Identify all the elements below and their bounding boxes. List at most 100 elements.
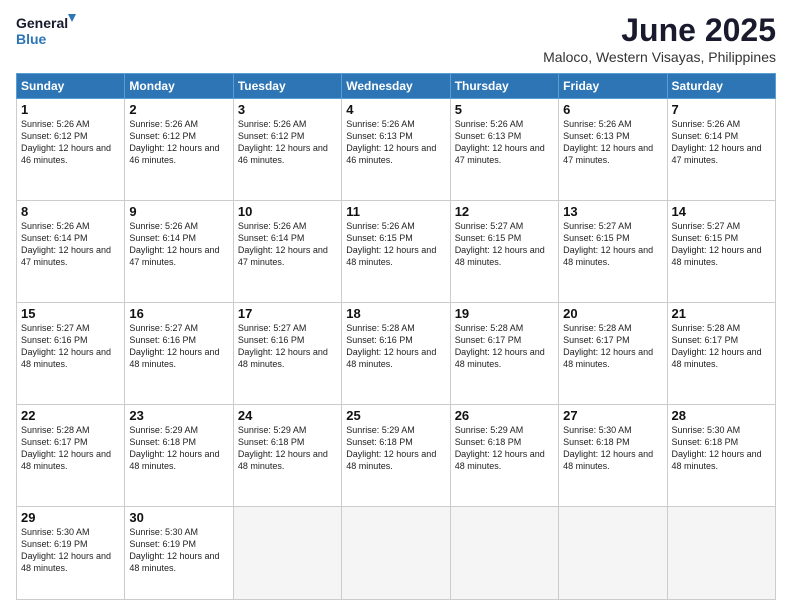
day-info-27: Sunrise: 5:30 AMSunset: 6:18 PMDaylight:…	[563, 425, 653, 471]
day-number-22: 22	[21, 408, 120, 423]
day-25: 25 Sunrise: 5:29 AMSunset: 6:18 PMDaylig…	[342, 404, 450, 506]
day-8: 8 Sunrise: 5:26 AMSunset: 6:14 PMDayligh…	[17, 200, 125, 302]
day-10: 10 Sunrise: 5:26 AMSunset: 6:14 PMDaylig…	[233, 200, 341, 302]
day-26: 26 Sunrise: 5:29 AMSunset: 6:18 PMDaylig…	[450, 404, 558, 506]
day-info-7: Sunrise: 5:26 AMSunset: 6:14 PMDaylight:…	[672, 119, 762, 165]
day-number-25: 25	[346, 408, 445, 423]
title-block: June 2025 Maloco, Western Visayas, Phili…	[543, 12, 776, 65]
empty-cell	[667, 506, 775, 600]
day-number-8: 8	[21, 204, 120, 219]
day-3: 3 Sunrise: 5:26 AMSunset: 6:12 PMDayligh…	[233, 99, 341, 201]
empty-cell	[559, 506, 667, 600]
day-info-30: Sunrise: 5:30 AMSunset: 6:19 PMDaylight:…	[129, 527, 219, 573]
day-6: 6 Sunrise: 5:26 AMSunset: 6:13 PMDayligh…	[559, 99, 667, 201]
day-info-28: Sunrise: 5:30 AMSunset: 6:18 PMDaylight:…	[672, 425, 762, 471]
day-info-13: Sunrise: 5:27 AMSunset: 6:15 PMDaylight:…	[563, 221, 653, 267]
day-number-7: 7	[672, 102, 771, 117]
day-number-17: 17	[238, 306, 337, 321]
day-number-4: 4	[346, 102, 445, 117]
day-info-24: Sunrise: 5:29 AMSunset: 6:18 PMDaylight:…	[238, 425, 328, 471]
day-info-18: Sunrise: 5:28 AMSunset: 6:16 PMDaylight:…	[346, 323, 436, 369]
day-21: 21 Sunrise: 5:28 AMSunset: 6:17 PMDaylig…	[667, 302, 775, 404]
day-number-11: 11	[346, 204, 445, 219]
day-info-20: Sunrise: 5:28 AMSunset: 6:17 PMDaylight:…	[563, 323, 653, 369]
day-info-21: Sunrise: 5:28 AMSunset: 6:17 PMDaylight:…	[672, 323, 762, 369]
day-info-14: Sunrise: 5:27 AMSunset: 6:15 PMDaylight:…	[672, 221, 762, 267]
day-number-30: 30	[129, 510, 228, 525]
day-number-28: 28	[672, 408, 771, 423]
day-16: 16 Sunrise: 5:27 AMSunset: 6:16 PMDaylig…	[125, 302, 233, 404]
day-info-10: Sunrise: 5:26 AMSunset: 6:14 PMDaylight:…	[238, 221, 328, 267]
day-15: 15 Sunrise: 5:27 AMSunset: 6:16 PMDaylig…	[17, 302, 125, 404]
day-info-26: Sunrise: 5:29 AMSunset: 6:18 PMDaylight:…	[455, 425, 545, 471]
day-number-29: 29	[21, 510, 120, 525]
day-14: 14 Sunrise: 5:27 AMSunset: 6:15 PMDaylig…	[667, 200, 775, 302]
day-info-2: Sunrise: 5:26 AMSunset: 6:12 PMDaylight:…	[129, 119, 219, 165]
day-7: 7 Sunrise: 5:26 AMSunset: 6:14 PMDayligh…	[667, 99, 775, 201]
day-number-12: 12	[455, 204, 554, 219]
header: General Blue June 2025 Maloco, Western V…	[16, 12, 776, 65]
day-info-1: Sunrise: 5:26 AMSunset: 6:12 PMDaylight:…	[21, 119, 111, 165]
day-2: 2 Sunrise: 5:26 AMSunset: 6:12 PMDayligh…	[125, 99, 233, 201]
day-number-23: 23	[129, 408, 228, 423]
logo: General Blue	[16, 12, 76, 52]
empty-cell	[450, 506, 558, 600]
day-number-9: 9	[129, 204, 228, 219]
day-info-5: Sunrise: 5:26 AMSunset: 6:13 PMDaylight:…	[455, 119, 545, 165]
day-info-4: Sunrise: 5:26 AMSunset: 6:13 PMDaylight:…	[346, 119, 436, 165]
weekday-header-row: Sunday Monday Tuesday Wednesday Thursday…	[17, 74, 776, 99]
day-12: 12 Sunrise: 5:27 AMSunset: 6:15 PMDaylig…	[450, 200, 558, 302]
day-info-11: Sunrise: 5:26 AMSunset: 6:15 PMDaylight:…	[346, 221, 436, 267]
header-saturday: Saturday	[667, 74, 775, 99]
day-number-20: 20	[563, 306, 662, 321]
week-row-4: 22 Sunrise: 5:28 AMSunset: 6:17 PMDaylig…	[17, 404, 776, 506]
header-friday: Friday	[559, 74, 667, 99]
header-wednesday: Wednesday	[342, 74, 450, 99]
day-number-5: 5	[455, 102, 554, 117]
day-1: 1 Sunrise: 5:26 AMSunset: 6:12 PMDayligh…	[17, 99, 125, 201]
week-row-2: 8 Sunrise: 5:26 AMSunset: 6:14 PMDayligh…	[17, 200, 776, 302]
day-info-17: Sunrise: 5:27 AMSunset: 6:16 PMDaylight:…	[238, 323, 328, 369]
day-29: 29 Sunrise: 5:30 AMSunset: 6:19 PMDaylig…	[17, 506, 125, 600]
day-13: 13 Sunrise: 5:27 AMSunset: 6:15 PMDaylig…	[559, 200, 667, 302]
day-info-9: Sunrise: 5:26 AMSunset: 6:14 PMDaylight:…	[129, 221, 219, 267]
day-info-8: Sunrise: 5:26 AMSunset: 6:14 PMDaylight:…	[21, 221, 111, 267]
day-17: 17 Sunrise: 5:27 AMSunset: 6:16 PMDaylig…	[233, 302, 341, 404]
day-23: 23 Sunrise: 5:29 AMSunset: 6:18 PMDaylig…	[125, 404, 233, 506]
svg-text:General: General	[16, 15, 68, 31]
day-24: 24 Sunrise: 5:29 AMSunset: 6:18 PMDaylig…	[233, 404, 341, 506]
day-number-6: 6	[563, 102, 662, 117]
svg-text:Blue: Blue	[16, 31, 47, 47]
day-number-2: 2	[129, 102, 228, 117]
empty-cell	[342, 506, 450, 600]
day-info-25: Sunrise: 5:29 AMSunset: 6:18 PMDaylight:…	[346, 425, 436, 471]
page: General Blue June 2025 Maloco, Western V…	[0, 0, 792, 612]
day-info-23: Sunrise: 5:29 AMSunset: 6:18 PMDaylight:…	[129, 425, 219, 471]
day-number-27: 27	[563, 408, 662, 423]
day-info-12: Sunrise: 5:27 AMSunset: 6:15 PMDaylight:…	[455, 221, 545, 267]
day-number-21: 21	[672, 306, 771, 321]
day-5: 5 Sunrise: 5:26 AMSunset: 6:13 PMDayligh…	[450, 99, 558, 201]
day-11: 11 Sunrise: 5:26 AMSunset: 6:15 PMDaylig…	[342, 200, 450, 302]
empty-cell	[233, 506, 341, 600]
day-info-29: Sunrise: 5:30 AMSunset: 6:19 PMDaylight:…	[21, 527, 111, 573]
day-number-16: 16	[129, 306, 228, 321]
day-number-13: 13	[563, 204, 662, 219]
day-27: 27 Sunrise: 5:30 AMSunset: 6:18 PMDaylig…	[559, 404, 667, 506]
week-row-1: 1 Sunrise: 5:26 AMSunset: 6:12 PMDayligh…	[17, 99, 776, 201]
day-28: 28 Sunrise: 5:30 AMSunset: 6:18 PMDaylig…	[667, 404, 775, 506]
day-9: 9 Sunrise: 5:26 AMSunset: 6:14 PMDayligh…	[125, 200, 233, 302]
day-number-1: 1	[21, 102, 120, 117]
day-number-14: 14	[672, 204, 771, 219]
day-number-3: 3	[238, 102, 337, 117]
day-number-26: 26	[455, 408, 554, 423]
header-monday: Monday	[125, 74, 233, 99]
header-thursday: Thursday	[450, 74, 558, 99]
day-number-19: 19	[455, 306, 554, 321]
logo-svg: General Blue	[16, 12, 76, 52]
day-19: 19 Sunrise: 5:28 AMSunset: 6:17 PMDaylig…	[450, 302, 558, 404]
day-22: 22 Sunrise: 5:28 AMSunset: 6:17 PMDaylig…	[17, 404, 125, 506]
day-info-16: Sunrise: 5:27 AMSunset: 6:16 PMDaylight:…	[129, 323, 219, 369]
week-row-3: 15 Sunrise: 5:27 AMSunset: 6:16 PMDaylig…	[17, 302, 776, 404]
day-number-10: 10	[238, 204, 337, 219]
